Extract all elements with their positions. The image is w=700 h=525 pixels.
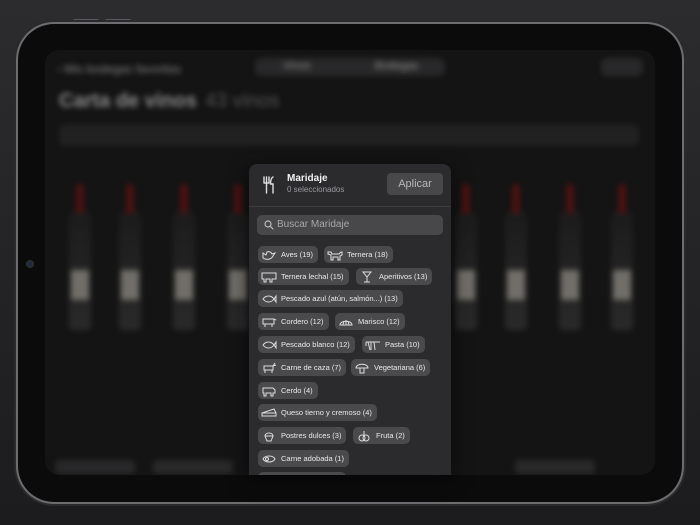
wine-bottle bbox=[611, 184, 633, 330]
tag-label: Aves (19) bbox=[281, 250, 313, 259]
shell-icon bbox=[339, 319, 353, 325]
pairing-filter-panel: Maridaje 0 seleccionados Aplicar Buscar … bbox=[249, 164, 451, 475]
pairing-search-input[interactable]: Buscar Maridaje bbox=[257, 215, 443, 235]
tag-label: Pescado blanco (12) bbox=[281, 340, 350, 349]
front-camera bbox=[27, 261, 33, 267]
tag-label: Queso tierno y cremoso (4) bbox=[281, 408, 372, 417]
search-icon bbox=[264, 220, 274, 230]
calf-icon bbox=[261, 272, 277, 282]
tag-pescado-azul[interactable]: Pescado azul (atún, salmón...) (13) bbox=[258, 290, 403, 307]
tag-label: Ternera (18) bbox=[347, 250, 388, 259]
wine-card-footer bbox=[55, 460, 135, 474]
tag-marisco[interactable]: Marisco (12) bbox=[335, 313, 405, 330]
wine-bottle bbox=[69, 184, 91, 330]
tag-fruta[interactable]: Fruta (2) bbox=[353, 427, 410, 444]
tag-pasta[interactable]: Pasta (10) bbox=[362, 336, 425, 353]
pasta-icon bbox=[365, 341, 380, 350]
tag-label: Cordero (12) bbox=[281, 317, 324, 326]
marinated-meat-icon bbox=[262, 455, 276, 462]
tag-label: Postres dulces (3) bbox=[281, 431, 342, 440]
deer-icon bbox=[263, 362, 277, 373]
wine-bottle bbox=[227, 184, 249, 330]
tag-label: Carne adobada (1) bbox=[281, 454, 344, 463]
dessert-icon bbox=[264, 432, 274, 441]
back-link[interactable]: ‹ Mis bodegas favoritas bbox=[57, 62, 181, 76]
cheese-icon bbox=[261, 407, 277, 416]
wine-card-footer bbox=[153, 460, 233, 474]
tag-pescado-blanco[interactable]: Pescado blanco (12) bbox=[258, 336, 355, 353]
fish-icon bbox=[262, 339, 277, 350]
panel-header: Maridaje 0 seleccionados Aplicar bbox=[249, 164, 451, 207]
tag-ternera-lechal[interactable]: Ternera lechal (15) bbox=[258, 268, 349, 285]
tag-ternera[interactable]: Ternera (18) bbox=[324, 246, 393, 263]
segment-wineries[interactable]: Bodegas bbox=[375, 60, 418, 72]
segmented-control[interactable]: Vinos Bodegas bbox=[255, 58, 445, 76]
tag-label: Fruta (2) bbox=[376, 431, 405, 440]
apply-button[interactable]: Aplicar bbox=[387, 173, 443, 195]
wine-bottle bbox=[559, 184, 581, 330]
pig-icon bbox=[262, 387, 276, 396]
tag-label: Pasta (10) bbox=[385, 340, 420, 349]
tag-cordero[interactable]: Cordero (12) bbox=[258, 313, 329, 330]
wine-card-footer bbox=[515, 460, 595, 474]
panel-title: Maridaje bbox=[287, 173, 328, 184]
tag-aves[interactable]: Aves (19) bbox=[258, 246, 318, 263]
search-placeholder: Buscar Maridaje bbox=[277, 219, 350, 230]
tag-carne-de-caza[interactable]: Carne de caza (7) bbox=[258, 359, 347, 376]
fork-knife-icon bbox=[263, 176, 274, 194]
fish-icon bbox=[262, 293, 277, 304]
tag-queso[interactable]: Queso tierno y cremoso (4) bbox=[258, 404, 377, 421]
tag-label: Carne de caza (7) bbox=[281, 363, 342, 372]
page-title: Carta de vinos 43 vinos bbox=[59, 90, 280, 112]
bird-icon bbox=[262, 250, 277, 260]
tag-label: Aperitivos (13) bbox=[379, 272, 428, 281]
tag-carne-adobada[interactable]: Carne adobada (1) bbox=[258, 450, 349, 467]
segment-wines[interactable]: Vinos bbox=[283, 60, 310, 72]
tag-partial[interactable] bbox=[258, 472, 346, 475]
tag-label: Vegetariana (6) bbox=[374, 363, 426, 372]
cocktail-icon bbox=[361, 271, 373, 282]
tag-label: Pescado azul (atún, salmón...) (13) bbox=[281, 294, 398, 303]
cow-icon bbox=[327, 251, 343, 260]
wine-search-bar[interactable] bbox=[59, 124, 639, 146]
tag-label: Marisco (12) bbox=[358, 317, 400, 326]
wine-bottle bbox=[119, 184, 141, 330]
wine-bottle bbox=[455, 184, 477, 330]
tag-label: Cerdo (4) bbox=[281, 386, 313, 395]
wine-bottle bbox=[505, 184, 527, 330]
top-right-button[interactable] bbox=[601, 58, 643, 76]
tag-aperitivos[interactable]: Aperitivos (13) bbox=[356, 268, 433, 285]
tag-label: Ternera lechal (15) bbox=[281, 272, 344, 281]
mushroom-icon bbox=[355, 363, 369, 373]
tag-postres-dulces[interactable]: Postres dulces (3) bbox=[258, 427, 347, 444]
tag-vegetariana[interactable]: Vegetariana (6) bbox=[351, 359, 431, 376]
fruit-icon bbox=[358, 430, 370, 441]
selected-count: 0 seleccionados bbox=[287, 185, 345, 194]
wine-bottle bbox=[173, 184, 195, 330]
tag-cerdo[interactable]: Cerdo (4) bbox=[258, 382, 318, 399]
lamb-icon bbox=[262, 318, 277, 327]
